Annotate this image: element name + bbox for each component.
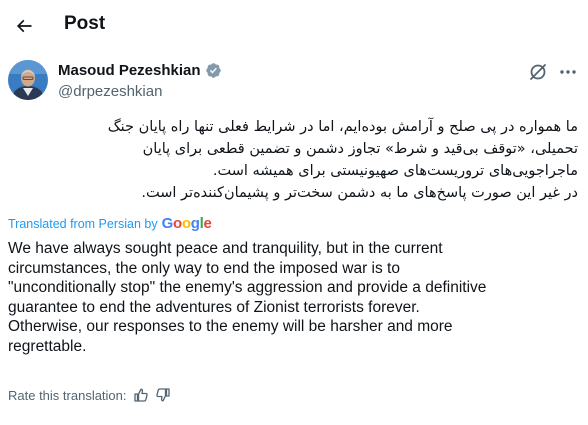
rate-label: Rate this translation: — [8, 387, 127, 403]
translation-line: regrettable. — [8, 337, 87, 355]
translation-line: Otherwise, our responses to the enemy wi… — [8, 318, 453, 336]
author-handle[interactable]: @drpezeshkian — [58, 83, 162, 100]
translation-attribution[interactable]: Translated from Persian by Google — [8, 215, 212, 232]
rate-translation: Rate this translation: — [8, 387, 171, 403]
original-post-text: ما همواره در پی صلح و آرامش بوده‌ایم، ام… — [8, 116, 578, 204]
author-name[interactable]: Masoud Pezeshkian — [58, 62, 222, 79]
avatar-image — [8, 60, 48, 100]
translation-line: "unconditionally stop" the enemy's aggre… — [8, 279, 487, 297]
avatar[interactable] — [8, 60, 48, 100]
page-title: Post — [64, 13, 106, 34]
translation-line: circumstances, the only way to end the i… — [8, 259, 400, 277]
verified-badge-icon — [205, 63, 221, 78]
translation-line: We have always sought peace and tranquil… — [8, 240, 443, 257]
thumbs-up-icon — [133, 388, 148, 402]
thumbs-down-icon — [155, 388, 170, 402]
more-button[interactable] — [558, 62, 578, 82]
thumbs-down-button[interactable] — [155, 387, 171, 403]
more-icon — [560, 70, 576, 74]
original-line: ما همواره در پی صلح و آرامش بوده‌ایم، ام… — [107, 119, 578, 135]
grok-button[interactable] — [528, 62, 548, 82]
back-arrow-icon — [16, 19, 32, 33]
thumbs-up-button[interactable] — [133, 387, 149, 403]
original-line: در غیر این صورت پاسخ‌های ما به دشمن سخت‌… — [141, 185, 578, 201]
original-line: تحمیلی، «توقف بی‌قید و شرط» تجاوز دشمن و… — [142, 141, 578, 157]
translated-post-text: We have always sought peace and tranquil… — [8, 239, 580, 357]
original-line: ماجراجویی‌های تروریست‌های صهیونیستی برای… — [212, 163, 578, 179]
translated-from-label: Translated from Persian by — [8, 216, 158, 231]
post-header: Post — [0, 0, 588, 52]
back-button[interactable] — [8, 10, 40, 42]
grok-icon — [530, 64, 546, 80]
author-name-text: Masoud Pezeshkian — [58, 62, 201, 79]
google-logo: Google — [161, 215, 212, 232]
translation-line: guarantee to end the adventures of Zioni… — [8, 298, 420, 316]
